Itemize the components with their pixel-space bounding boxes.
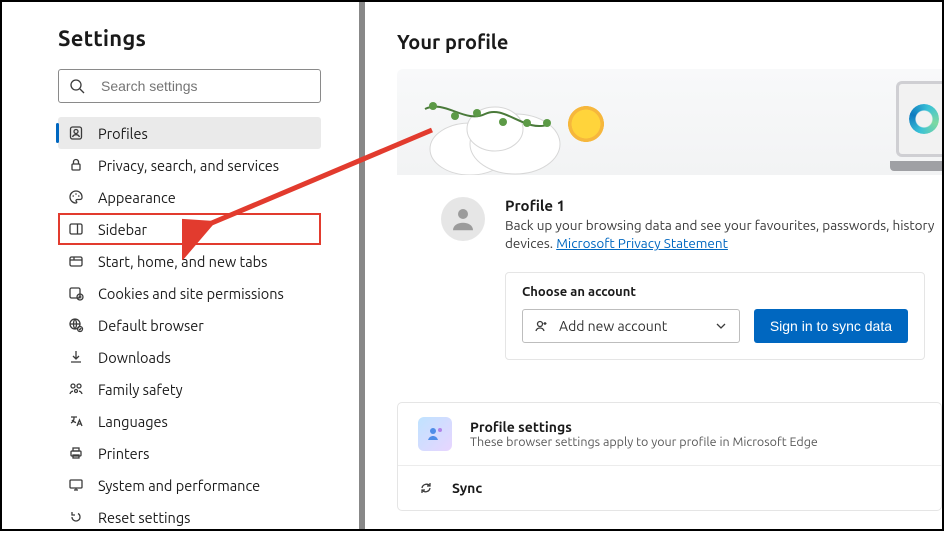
search-input[interactable] — [101, 78, 310, 94]
system-icon — [68, 477, 84, 493]
laptop-graphic — [890, 81, 942, 171]
sidebar-item-sidebar[interactable]: Sidebar — [58, 213, 321, 245]
sync-icon — [418, 480, 434, 496]
language-icon — [68, 413, 84, 429]
sidebar-item-system[interactable]: System and performance — [58, 469, 321, 501]
profile-hero-banner — [397, 69, 942, 175]
search-icon — [69, 78, 85, 94]
cloud-graphic — [415, 89, 585, 175]
sidebar-item-privacy[interactable]: Privacy, search, and services — [58, 149, 321, 181]
choose-account-box: Choose an account Add new account Sign i… — [505, 272, 925, 360]
choose-account-heading: Choose an account — [522, 285, 908, 299]
sidebar-item-label: Cookies and site permissions — [98, 285, 284, 302]
profile-settings-tile-icon — [418, 417, 452, 451]
sidebar-item-label: System and performance — [98, 477, 260, 494]
main-panel: Your profile Profile 1 Back u — [365, 2, 942, 529]
settings-nav: Profiles Privacy, search, and services A… — [58, 117, 321, 533]
tabs-icon — [68, 253, 84, 269]
cookies-icon — [68, 285, 84, 301]
sidebar-icon — [68, 221, 84, 237]
reset-icon — [68, 509, 84, 525]
sidebar-item-appearance[interactable]: Appearance — [58, 181, 321, 213]
account-dropdown-label: Add new account — [559, 318, 667, 334]
browser-icon — [68, 317, 84, 333]
sidebar-item-label: Appearance — [98, 189, 176, 206]
profile-card: Profile 1 Back up your browsing data and… — [397, 175, 942, 382]
profile-settings-subtitle: These browser settings apply to your pro… — [470, 435, 818, 449]
sidebar-item-printers[interactable]: Printers — [58, 437, 321, 469]
account-dropdown[interactable]: Add new account — [522, 309, 740, 343]
printer-icon — [68, 445, 84, 461]
palette-icon — [68, 189, 84, 205]
sidebar-item-label: Start, home, and new tabs — [98, 253, 267, 270]
sidebar-item-label: Downloads — [98, 349, 171, 366]
sidebar-item-label: Sidebar — [98, 221, 147, 238]
profile-name: Profile 1 — [505, 197, 934, 214]
sign-in-button[interactable]: Sign in to sync data — [754, 309, 908, 343]
download-icon — [68, 349, 84, 365]
sidebar-item-family[interactable]: Family safety — [58, 373, 321, 405]
sidebar-item-label: Privacy, search, and services — [98, 157, 279, 174]
sidebar-item-label: Family safety — [98, 381, 183, 398]
edge-logo-icon — [909, 104, 939, 134]
sidebar-item-label: Printers — [98, 445, 149, 462]
sidebar-item-label: Reset settings — [98, 509, 190, 526]
search-box[interactable] — [58, 69, 321, 103]
sync-row[interactable]: Sync — [398, 465, 941, 510]
settings-title: Settings — [58, 26, 321, 51]
avatar — [441, 197, 485, 241]
sidebar-item-downloads[interactable]: Downloads — [58, 341, 321, 373]
lock-icon — [68, 157, 84, 173]
sidebar-item-label: Default browser — [98, 317, 204, 334]
page-title: Your profile — [397, 30, 942, 53]
sidebar-item-label: Profiles — [98, 125, 148, 142]
sync-label: Sync — [452, 480, 482, 496]
profile-description: Back up your browsing data and see your … — [505, 216, 934, 252]
sidebar-item-profiles[interactable]: Profiles — [58, 117, 321, 149]
person-add-icon — [533, 318, 549, 334]
sidebar-item-default-browser[interactable]: Default browser — [58, 309, 321, 341]
profile-icon — [68, 125, 84, 141]
sidebar-item-reset[interactable]: Reset settings — [58, 501, 321, 533]
sidebar-item-start[interactable]: Start, home, and new tabs — [58, 245, 321, 277]
settings-sidebar: Settings Profiles Privacy, search, and s… — [2, 2, 357, 529]
sidebar-item-label: Languages — [98, 413, 168, 430]
sidebar-item-cookies[interactable]: Cookies and site permissions — [58, 277, 321, 309]
chevron-down-icon — [713, 318, 729, 334]
profile-settings-card: Profile settings These browser settings … — [397, 402, 942, 511]
profile-settings-header-row: Profile settings These browser settings … — [398, 403, 941, 465]
profile-settings-title: Profile settings — [470, 419, 818, 435]
family-icon — [68, 381, 84, 397]
privacy-statement-link[interactable]: Microsoft Privacy Statement — [556, 235, 728, 251]
sidebar-item-languages[interactable]: Languages — [58, 405, 321, 437]
